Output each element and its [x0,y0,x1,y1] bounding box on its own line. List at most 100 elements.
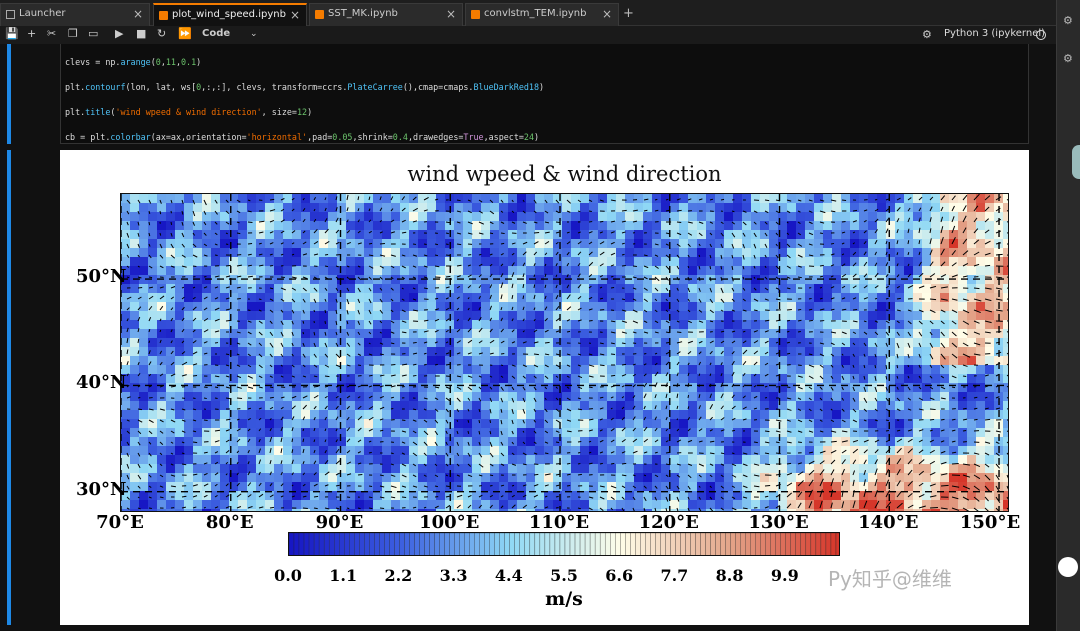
wind-speed-cell [490,203,500,213]
close-icon[interactable]: × [602,7,612,21]
wind-speed-cell [328,374,338,384]
wind-speed-cell [589,464,599,474]
wind-speed-cell [463,410,473,420]
wind-speed-cell [724,428,734,438]
wind-speed-cell [121,239,131,249]
wind-speed-cell [490,482,500,492]
wind-speed-cell [364,302,374,312]
wind-speed-cell [787,212,797,222]
wind-speed-cell [751,356,761,366]
wind-speed-cell [643,455,653,465]
chevron-down-icon[interactable]: ⌄ [250,29,258,39]
wind-speed-cell [418,410,428,420]
wind-speed-cell [211,212,221,222]
settings-icon[interactable]: ⚙ [1063,14,1073,27]
cut-icon[interactable]: ✂ [47,27,56,40]
wind-speed-cell [373,230,383,240]
wind-speed-cell [427,473,437,483]
wind-speed-cell [895,437,905,447]
tab-convlstm-tem[interactable]: convlstm_TEM.ipynb × [465,3,619,26]
wind-speed-cell [598,338,608,348]
wind-speed-cell [274,266,284,276]
code-cell[interactable]: clevs = np.arange(0,11,0.1) plt.contourf… [60,44,1029,144]
restart-icon[interactable]: ↻ [157,27,166,40]
wind-speed-cell [166,356,176,366]
wind-speed-cell [913,338,923,348]
wind-speed-cell [643,365,653,375]
wind-speed-cell [292,221,302,231]
wind-speed-cell [238,473,248,483]
wind-speed-cell [625,194,635,204]
wind-speed-cell [175,221,185,231]
output-selection-bar[interactable] [7,150,11,625]
wind-speed-cell [589,248,599,258]
wind-speed-cell [1003,410,1008,420]
cell-selection-bar[interactable] [7,44,11,144]
wind-speed-cell [670,419,680,429]
wind-speed-cell [247,329,257,339]
wind-speed-cell [922,338,932,348]
wind-speed-cell [679,284,689,294]
kernel-name[interactable]: Python 3 (ipykernel) [944,28,1045,39]
wind-speed-cell [931,293,941,303]
wind-speed-cell [265,302,275,312]
wind-speed-cell [670,302,680,312]
wind-speed-cell [688,212,698,222]
wind-vector [764,319,770,322]
wind-speed-cell [544,374,554,384]
wind-speed-cell [823,509,833,511]
wind-vector [841,199,847,202]
wind-speed-cell [742,365,752,375]
wind-speed-cell [499,320,509,330]
wind-speed-cell [616,437,626,447]
gear-icon[interactable]: ⚙ [922,28,932,41]
wind-speed-cell [139,500,149,510]
wind-speed-cell [139,230,149,240]
run-all-icon[interactable]: ⏩ [178,27,192,40]
wind-speed-cell [499,374,509,384]
wind-speed-cell [166,392,176,402]
wind-speed-cell [553,311,563,321]
wind-speed-cell [481,446,491,456]
wind-speed-cell [157,320,167,330]
wind-speed-cell [265,374,275,384]
insert-cell-icon[interactable]: + [27,27,36,40]
tab-sst-mk[interactable]: SST_MK.ipynb × [309,3,463,26]
wind-speed-cell [751,374,761,384]
save-icon[interactable]: 💾 [5,27,19,40]
paste-icon[interactable]: ▭ [88,27,98,40]
tab-launcher[interactable]: Launcher × [0,3,150,26]
copy-icon[interactable]: ❐ [68,27,78,40]
wind-speed-cell [508,320,518,330]
wind-speed-cell [643,230,653,240]
wind-speed-cell [715,212,725,222]
wind-speed-cell [427,356,437,366]
add-tab-icon[interactable]: + [623,6,634,21]
wind-speed-cell [805,320,815,330]
wind-speed-cell [454,302,464,312]
wind-speed-cell [967,410,977,420]
wind-speed-cell [364,401,374,411]
tab-plot-wind-speed[interactable]: plot_wind_speed.ipynb × [153,3,307,26]
close-icon[interactable]: × [290,8,300,22]
sidebar-collapse-handle[interactable] [1072,145,1080,179]
stop-icon[interactable]: ■ [136,27,146,40]
wind-speed-cell [202,302,212,312]
wind-speed-cell [805,212,815,222]
wind-speed-cell [337,401,347,411]
wind-speed-cell [958,500,968,510]
cell-type-select[interactable]: Code [202,28,230,39]
wind-speed-cell [355,383,365,393]
wind-speed-cell [508,302,518,312]
debugger-icon[interactable]: ⚙ [1063,52,1073,65]
wind-speed-cell [571,230,581,240]
run-icon[interactable]: ▶ [115,27,123,40]
close-icon[interactable]: × [446,7,456,21]
wind-speed-cell [409,347,419,357]
close-icon[interactable]: × [133,7,143,21]
assistant-badge-icon[interactable] [1058,557,1078,577]
wind-speed-cell [184,329,194,339]
wind-speed-cell [355,365,365,375]
wind-speed-cell [787,347,797,357]
wind-speed-cell [139,437,149,447]
